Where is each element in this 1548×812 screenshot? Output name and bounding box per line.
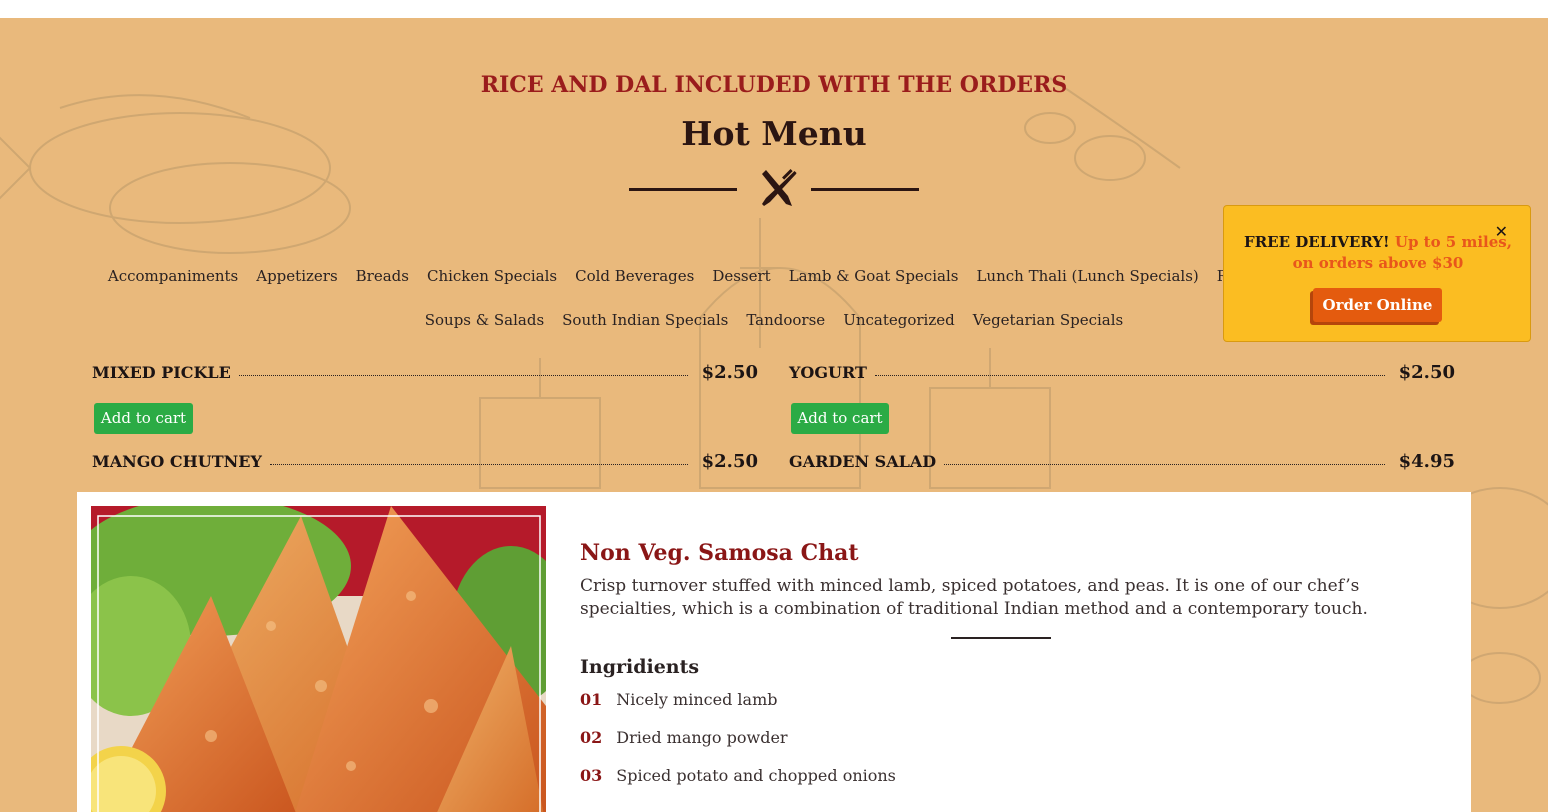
add-to-cart-button[interactable]: Add to cart	[791, 403, 889, 434]
category-soups-salads[interactable]: Soups & Salads	[425, 311, 544, 329]
ingredient-text: Spiced potato and chopped onions	[616, 766, 896, 785]
menu-item: GARDEN SALAD $4.95	[789, 451, 1455, 472]
category-breads[interactable]: Breads	[356, 267, 409, 285]
menu-item: MIXED PICKLE $2.50	[92, 362, 758, 383]
dotted-leader	[944, 464, 1385, 465]
ingredient-item: 03 Spiced potato and chopped onions	[580, 766, 896, 785]
divider-line-right	[811, 188, 919, 191]
category-chicken-specials[interactable]: Chicken Specials	[427, 267, 557, 285]
add-to-cart-button[interactable]: Add to cart	[94, 403, 193, 434]
menu-item-price: $4.95	[1398, 451, 1455, 472]
menu-section: RICE AND DAL INCLUDED WITH THE ORDERS Ho…	[0, 18, 1548, 812]
featured-dish-card: Non Veg. Samosa Chat Crisp turnover stuf…	[77, 492, 1471, 812]
category-south-indian-specials[interactable]: South Indian Specials	[562, 311, 728, 329]
dotted-leader	[269, 464, 688, 465]
category-cold-beverages[interactable]: Cold Beverages	[575, 267, 694, 285]
ingredient-number: 02	[580, 728, 603, 747]
dish-title: Non Veg. Samosa Chat	[580, 540, 859, 566]
category-uncategorized[interactable]: Uncategorized	[843, 311, 955, 329]
menu-item-name: MIXED PICKLE	[92, 363, 231, 382]
menu-item-name: MANGO CHUTNEY	[92, 452, 262, 471]
promo-message: FREE DELIVERY! Up to 5 miles, on orders …	[1234, 232, 1522, 274]
dotted-leader	[874, 375, 1385, 376]
ingredient-number: 01	[580, 690, 603, 709]
order-online-button[interactable]: Order Online	[1313, 288, 1442, 322]
category-vegetarian-specials[interactable]: Vegetarian Specials	[973, 311, 1124, 329]
ingredients-heading: Ingridients	[580, 656, 700, 678]
category-lunch-thali[interactable]: Lunch Thali (Lunch Specials)	[976, 267, 1198, 285]
utensils-icon	[762, 169, 797, 206]
menu-item-price: $2.50	[701, 451, 758, 472]
dotted-leader	[238, 375, 688, 376]
top-bar	[0, 0, 1548, 18]
dish-divider	[951, 637, 1051, 639]
menu-item-price: $2.50	[1398, 362, 1455, 383]
ingredient-text: Nicely minced lamb	[616, 690, 778, 709]
ingredient-number: 03	[580, 766, 603, 785]
category-tandoorse[interactable]: Tandoorse	[746, 311, 825, 329]
menu-item-name: GARDEN SALAD	[789, 452, 937, 471]
promo-lead: FREE DELIVERY!	[1244, 233, 1390, 251]
menu-item: MANGO CHUTNEY $2.50	[92, 451, 758, 472]
menu-item-name: YOGURT	[789, 363, 867, 382]
menu-item-price: $2.50	[701, 362, 758, 383]
samosa-image	[91, 506, 546, 812]
dish-description: Crisp turnover stuffed with minced lamb,…	[580, 576, 1368, 619]
section-title: Hot Menu	[681, 114, 867, 153]
menu-item: YOGURT $2.50	[789, 362, 1455, 383]
ingredient-text: Dried mango powder	[616, 728, 788, 747]
ingredient-item: 02 Dried mango powder	[580, 728, 788, 747]
category-dessert[interactable]: Dessert	[712, 267, 770, 285]
ingredient-item: 01 Nicely minced lamb	[580, 690, 777, 709]
divider-line-left	[629, 188, 737, 191]
category-lamb-goat-specials[interactable]: Lamb & Goat Specials	[789, 267, 959, 285]
section-subtitle: RICE AND DAL INCLUDED WITH THE ORDERS	[480, 72, 1068, 98]
free-delivery-popup: ✕ FREE DELIVERY! Up to 5 miles, on order…	[1223, 205, 1531, 342]
category-appetizers[interactable]: Appetizers	[256, 267, 337, 285]
category-accompaniments[interactable]: Accompaniments	[108, 267, 238, 285]
